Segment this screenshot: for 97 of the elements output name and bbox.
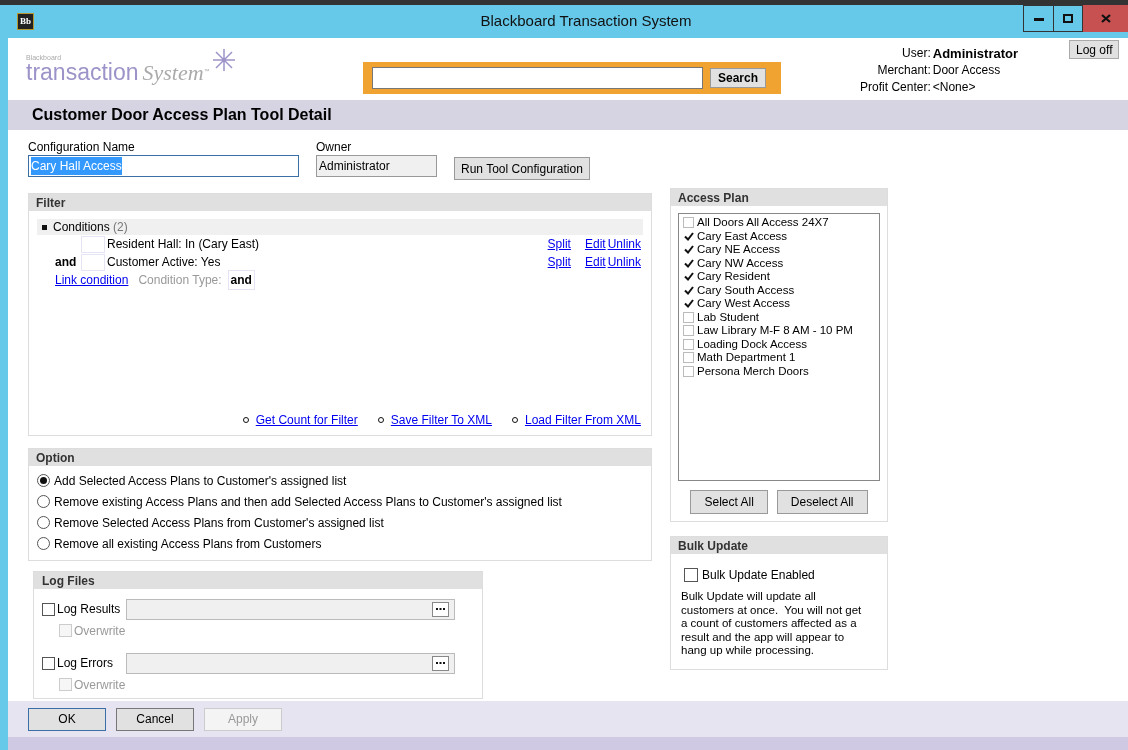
info-value: <None>: [932, 79, 977, 95]
footer-button[interactable]: Cancel: [116, 707, 194, 731]
page-title: Customer Door Access Plan Tool Detail: [32, 105, 332, 125]
info-label: Profit Center:: [860, 79, 931, 95]
list-item-label: Cary West Access: [697, 298, 791, 310]
list-item-label: Cary NE Access: [697, 244, 781, 256]
list-item-label: Cary Resident: [697, 271, 770, 283]
panel-title: Access Plan: [678, 189, 749, 207]
search-field[interactable]: [372, 67, 703, 89]
checkbox[interactable]: [683, 244, 694, 256]
ellipsis-icon: [436, 607, 445, 611]
list-item-label: Cary NW Access: [697, 257, 784, 269]
path-field[interactable]: [126, 598, 455, 620]
info-value: Administrator: [932, 45, 1018, 61]
list-item-label: Loading Dock Access: [697, 338, 807, 350]
condition-text: Resident Hall: In (Cary East): [107, 236, 261, 253]
bulk-update-note: Bulk Update will update all customers at once. You will not get a count of customers affected as a result and the app will appear to hang up while processing.: [681, 590, 863, 658]
checkbox[interactable]: [683, 298, 694, 310]
ellipsis-icon: [436, 661, 445, 665]
checkbox-label: Log Results: [57, 601, 122, 618]
panel-title: Option: [36, 449, 75, 467]
info-label: User:: [901, 45, 931, 61]
checkbox[interactable]: [42, 656, 55, 670]
panel-title: Log Files: [42, 572, 95, 590]
checkbox[interactable]: [684, 568, 698, 582]
condition-checkbox[interactable]: [81, 253, 105, 271]
list-item-label: Math Department 1: [697, 352, 796, 364]
condition-checkbox[interactable]: [81, 235, 105, 253]
checkbox[interactable]: [683, 230, 694, 242]
footer-button[interactable]: OK: [28, 707, 106, 731]
checkbox-label: Overwrite: [74, 676, 126, 694]
action-link[interactable]: Unlink: [607, 235, 641, 253]
condition-type-label: Condition Type:: [138, 272, 222, 289]
field-label: Owner: [316, 140, 353, 155]
list-button[interactable]: Select All: [690, 490, 768, 514]
checkbox-label: Log Errors: [57, 655, 115, 672]
close-button[interactable]: [1083, 5, 1128, 32]
radio-label: Remove all existing Access Plans from Customers: [54, 535, 322, 553]
checkbox[interactable]: [683, 271, 694, 283]
list-item-label: Persona Merch Doors: [697, 365, 809, 377]
radio-label: Remove existing Access Plans and then add Selected Access Plans to Customer's assigned list: [54, 493, 562, 511]
condition-text: Customer Active: Yes: [107, 254, 222, 271]
info-label: Merchant:: [876, 62, 931, 78]
app-icon: Bb: [17, 13, 34, 30]
search-button[interactable]: Search: [710, 68, 767, 88]
link-condition-link[interactable]: Link condition: [55, 271, 129, 289]
filter-link[interactable]: Load Filter From XML: [524, 411, 641, 429]
info-value: Door Access: [932, 62, 1002, 78]
browse-button[interactable]: [432, 601, 449, 617]
radio-label: Add Selected Access Plans to Customer's assigned list: [54, 472, 347, 490]
filter-link[interactable]: Save Filter To XML: [390, 411, 492, 429]
browse-button[interactable]: [432, 655, 449, 671]
asterisk-icon: [212, 48, 236, 72]
checkbox[interactable]: [683, 217, 694, 229]
action-link[interactable]: Split: [547, 235, 571, 253]
condition-type-value[interactable]: and: [227, 270, 255, 290]
close-icon: [1100, 14, 1111, 23]
checkbox[interactable]: [683, 311, 694, 323]
checkbox-label: Overwrite: [74, 622, 126, 640]
conditions-label: Conditions (2): [53, 219, 128, 236]
path-field[interactable]: [126, 652, 455, 674]
list-item-label: Law Library M-F 8 AM - 10 PM: [697, 325, 853, 337]
radio-button[interactable]: [37, 516, 50, 529]
checkbox[interactable]: [683, 284, 694, 296]
action-link[interactable]: Edit: [584, 235, 606, 253]
checkbox[interactable]: [683, 338, 694, 350]
checkbox[interactable]: [42, 602, 55, 616]
list-item-label: Cary South Access: [697, 284, 795, 296]
action-link[interactable]: Edit: [584, 253, 606, 271]
minimize-button[interactable]: [1023, 5, 1054, 32]
panel-title: Bulk Update: [678, 537, 748, 555]
action-link[interactable]: Unlink: [607, 253, 641, 271]
minimize-icon: [1033, 16, 1044, 21]
checkbox[interactable]: [683, 325, 694, 337]
radio-button[interactable]: [37, 474, 50, 487]
radio-button[interactable]: [37, 537, 50, 550]
window-title: Blackboard Transaction System: [480, 11, 692, 32]
logoff-button[interactable]: Log off: [1069, 40, 1120, 59]
connector-label: and: [55, 254, 78, 271]
list-item-label: All Doors All Access 24X7: [697, 217, 829, 229]
owner-field: Administrator: [316, 155, 437, 177]
list-item-label: Cary East Access: [697, 230, 788, 242]
checkbox[interactable]: [683, 365, 694, 377]
list-button[interactable]: Deselect All: [776, 490, 868, 514]
field-label: Configuration Name: [28, 140, 136, 155]
checkbox[interactable]: [683, 352, 694, 364]
checkbox[interactable]: [683, 257, 694, 269]
radio-button[interactable]: [37, 495, 50, 508]
run-button[interactable]: Run Tool Configuration: [454, 157, 590, 180]
panel-title: Filter: [36, 194, 66, 212]
action-link[interactable]: Split: [547, 253, 571, 271]
collapse-icon[interactable]: [42, 224, 47, 230]
maximize-icon: [1063, 14, 1073, 23]
checkbox-label: Bulk Update Enabled: [702, 567, 815, 584]
radio-label: Remove Selected Access Plans from Customer's assigned list: [54, 514, 384, 532]
filter-link[interactable]: Get Count for Filter: [255, 411, 358, 429]
list-item-label: Lab Student: [697, 311, 760, 323]
